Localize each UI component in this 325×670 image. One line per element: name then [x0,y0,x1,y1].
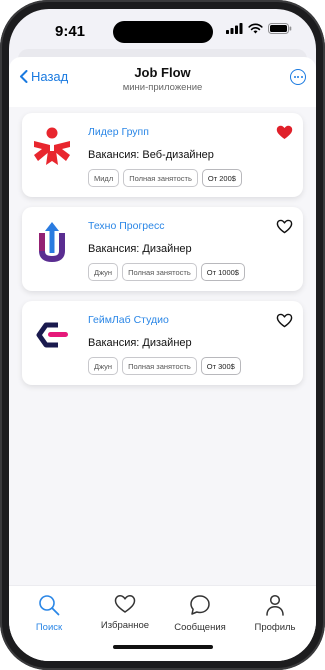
level-tag: Джун [88,357,119,375]
heart-outline-icon[interactable] [276,313,293,328]
battery-icon [268,23,292,34]
company-name[interactable]: Техно Прогресс [88,220,164,232]
tab-label: Профиль [254,622,296,633]
wifi-icon [248,23,263,34]
more-dot [297,76,299,78]
tag-list: Джун Полная занятость От 300$ [88,357,241,375]
home-indicator [113,645,213,649]
person-icon [266,594,284,616]
tag-list: Мидл Полная занятость От 200$ [88,169,242,187]
tab-label: Избранное [100,620,150,631]
tab-bar: Поиск Избранное Сообщения Профиль [9,585,316,661]
employment-tag: Полная занятость [122,263,197,281]
header: Назад Job Flow мини-приложение [9,57,316,107]
level-tag: Джун [88,263,119,281]
job-card[interactable]: Техно Прогресс Вакансия: Дизайнер Джун П… [22,207,303,291]
page-subtitle: мини-приложение [122,82,203,93]
signal-icon [226,23,243,34]
phone-frame: 9:41 Назад Job Flow мини-приложение Лиде… [0,0,325,670]
tag-list: Джун Полная занятость От 1000$ [88,263,245,281]
more-button[interactable] [290,69,306,85]
tab-label: Поиск [35,622,63,633]
search-icon [39,595,60,616]
employment-tag: Полная занятость [123,169,198,187]
job-list: Лидер Групп Вакансия: Веб-дизайнер Мидл … [9,107,316,585]
tab-label: Сообщения [174,622,226,633]
heart-filled-icon[interactable] [276,125,293,140]
chat-icon [190,595,210,615]
page-title: Job Flow [134,65,191,80]
gamelab-logo-icon [36,322,68,348]
more-dot [293,76,296,78]
techno-logo-icon [39,222,65,263]
company-name[interactable]: Лидер Групп [88,126,149,138]
tab-favorites[interactable]: Избранное [90,594,160,631]
vacancy-title: Вакансия: Дизайнер [88,243,192,255]
more-dot [300,76,303,78]
dynamic-island [113,21,213,43]
salary-tag: От 300$ [200,357,241,375]
salary-tag: От 200$ [201,169,242,187]
salary-tag: От 1000$ [200,263,245,281]
employment-tag: Полная занятость [122,357,197,375]
vacancy-title: Вакансия: Веб-дизайнер [88,149,214,161]
lider-logo-icon [34,127,70,165]
company-name[interactable]: ГеймЛаб Студио [88,314,169,326]
screen: 9:41 Назад Job Flow мини-приложение Лиде… [9,9,316,661]
level-tag: Мидл [88,169,120,187]
heart-outline-icon[interactable] [276,219,293,234]
heart-icon [114,595,136,613]
job-card[interactable]: Лидер Групп Вакансия: Веб-дизайнер Мидл … [22,113,303,197]
tab-profile[interactable]: Профиль [240,594,310,633]
status-time: 9:41 [55,23,86,40]
tab-search[interactable]: Поиск [14,594,84,633]
vacancy-title: Вакансия: Дизайнер [88,337,192,349]
status-icons [226,23,292,34]
job-card[interactable]: ГеймЛаб Студио Вакансия: Дизайнер Джун П… [22,301,303,385]
tab-messages[interactable]: Сообщения [165,594,235,633]
